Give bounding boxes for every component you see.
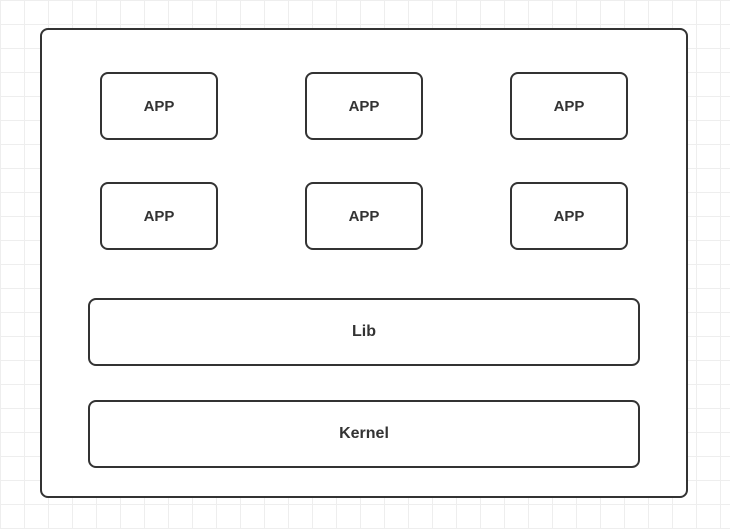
app-label: APP bbox=[349, 208, 380, 225]
app-label: APP bbox=[349, 98, 380, 115]
app-label: APP bbox=[554, 208, 585, 225]
app-box: APP bbox=[510, 72, 628, 140]
app-box: APP bbox=[100, 182, 218, 250]
app-label: APP bbox=[144, 208, 175, 225]
app-box: APP bbox=[305, 72, 423, 140]
app-row-1: APP APP APP bbox=[100, 72, 628, 140]
kernel-label: Kernel bbox=[339, 425, 389, 443]
system-container: APP APP APP APP APP APP Lib Kernel bbox=[40, 28, 688, 498]
app-box: APP bbox=[305, 182, 423, 250]
app-box: APP bbox=[100, 72, 218, 140]
app-box: APP bbox=[510, 182, 628, 250]
app-label: APP bbox=[144, 98, 175, 115]
lib-label: Lib bbox=[352, 323, 376, 341]
lib-box: Lib bbox=[88, 298, 640, 366]
app-row-2: APP APP APP bbox=[100, 182, 628, 250]
app-label: APP bbox=[554, 98, 585, 115]
kernel-box: Kernel bbox=[88, 400, 640, 468]
